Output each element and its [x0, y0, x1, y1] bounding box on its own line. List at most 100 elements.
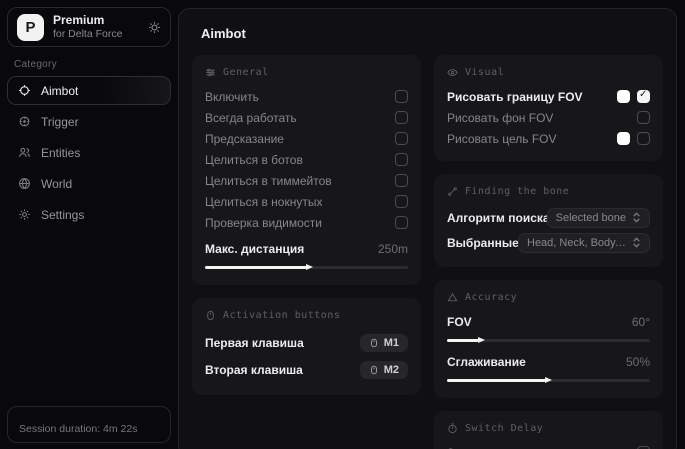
slider-value: 60°	[632, 315, 650, 329]
app-subtitle: for Delta Force	[53, 28, 139, 41]
color-swatch-fov-border[interactable]	[617, 90, 630, 103]
sidebar-item-label: Settings	[41, 208, 84, 222]
panel-title: Finding the bone	[465, 186, 569, 197]
app-logo: P	[17, 14, 44, 41]
panel-switch-delay-header: Switch Delay	[447, 423, 650, 434]
visual-label: Рисовать границу FOV	[447, 90, 583, 104]
sliders-icon	[205, 67, 216, 78]
checkbox-fov-background[interactable]	[637, 111, 650, 124]
toggle-row-enable: Включить	[205, 86, 408, 107]
toggle-label: Всегда работать	[205, 111, 297, 125]
toggle-row-always-work: Всегда работать	[205, 107, 408, 128]
fov-slider[interactable]	[447, 339, 650, 342]
selected-bones-select[interactable]: Head, Neck, Body, Pe...	[518, 233, 650, 253]
visual-row-fov-target: Рисовать цель FOV	[447, 128, 650, 149]
toggle-label: Предсказание	[205, 132, 284, 146]
toggle-label: Задержка переключения	[447, 446, 585, 449]
panel-finding-bone: Finding the bone Алгоритм поиска кости S…	[434, 174, 663, 267]
slider-label: FOV	[447, 315, 472, 329]
slider-row-fov: FOV 60°	[447, 311, 650, 332]
sidebar-item-aimbot[interactable]: Aimbot	[7, 76, 171, 105]
sidebar-nav: Aimbot Trigger Entities	[0, 76, 178, 229]
sidebar-item-trigger[interactable]: Trigger	[7, 107, 171, 136]
sidebar-item-label: Entities	[41, 146, 80, 160]
sidebar-item-label: World	[41, 177, 72, 191]
panel-title: Activation buttons	[223, 310, 340, 321]
session-duration: Session duration: 4m 22s	[7, 406, 171, 443]
bone-icon	[447, 186, 458, 197]
slider-value: 50%	[626, 355, 650, 369]
color-swatch-fov-target[interactable]	[617, 132, 630, 145]
checkbox-fov-target[interactable]	[637, 132, 650, 145]
keybind-label: Вторая клавиша	[205, 363, 303, 377]
sidebar-item-world[interactable]: World	[7, 169, 171, 198]
slider-label: Сглаживание	[447, 355, 526, 369]
checkbox-prediction[interactable]	[395, 132, 408, 145]
visual-row-fov-background: Рисовать фон FOV	[447, 107, 650, 128]
slider-label: Макс. дистанция	[205, 242, 304, 256]
toggle-row-aim-teammates: Целиться в тиммейтов	[205, 170, 408, 191]
panel-switch-delay: Switch Delay Задержка переключения Задер…	[434, 411, 663, 449]
gear-icon[interactable]	[148, 21, 161, 34]
settings-gear-icon	[18, 208, 31, 221]
category-label: Category	[14, 59, 178, 70]
slider-fill	[205, 266, 307, 269]
panel-visual: Visual Рисовать границу FOV Рисовать фон…	[434, 55, 663, 161]
select-value: Head, Neck, Body, Pe...	[527, 237, 626, 249]
checkbox-fov-border[interactable]	[637, 90, 650, 103]
panel-title: Switch Delay	[465, 423, 543, 434]
checkbox-enable[interactable]	[395, 90, 408, 103]
people-icon	[18, 146, 31, 159]
toggle-row-prediction: Предсказание	[205, 128, 408, 149]
bone-label: Алгоритм поиска кости	[447, 211, 557, 225]
panel-title: Visual	[465, 67, 504, 78]
select-value: Selected bone	[556, 212, 626, 224]
checkbox-aim-knocked[interactable]	[395, 195, 408, 208]
panel-activation-header: Activation buttons	[205, 310, 408, 321]
toggle-row-aim-bots: Целиться в ботов	[205, 149, 408, 170]
max-distance-slider[interactable]	[205, 266, 408, 269]
sidebar-item-settings[interactable]: Settings	[7, 200, 171, 229]
visual-row-fov-border: Рисовать границу FOV	[447, 86, 650, 107]
keybind-button-primary[interactable]: M1	[360, 334, 408, 352]
panel-title: Accuracy	[465, 292, 517, 303]
app-title: Premium	[53, 13, 139, 28]
checkbox-always-work[interactable]	[395, 111, 408, 124]
timer-icon	[447, 423, 458, 434]
sidebar-item-label: Aimbot	[41, 84, 78, 98]
smoothing-slider[interactable]	[447, 379, 650, 382]
toggle-label: Целиться в нокнутых	[205, 195, 322, 209]
panel-bone-header: Finding the bone	[447, 186, 650, 197]
page-title: Aimbot	[201, 26, 664, 41]
checkbox-aim-teammates[interactable]	[395, 174, 408, 187]
session-duration-text: Session duration: 4m 22s	[19, 423, 137, 435]
eye-icon	[447, 67, 458, 78]
slider-row-smoothing: Сглаживание 50%	[447, 351, 650, 372]
sidebar: P Premium for Delta Force Category Aimbo…	[0, 0, 178, 449]
keybind-label: Первая клавиша	[205, 336, 304, 350]
sidebar-item-entities[interactable]: Entities	[7, 138, 171, 167]
keybind-button-secondary[interactable]: M2	[360, 361, 408, 379]
slider-row-max-distance: Макс. дистанция 250m	[205, 238, 408, 259]
checkbox-visibility-check[interactable]	[395, 216, 408, 229]
unfold-icon	[632, 212, 641, 223]
checkbox-aim-bots[interactable]	[395, 153, 408, 166]
trigger-icon	[18, 115, 31, 128]
bone-algorithm-select[interactable]: Selected bone	[547, 208, 650, 228]
toggle-label: Включить	[205, 90, 259, 104]
sidebar-item-label: Trigger	[41, 115, 79, 129]
toggle-row-switch-delay: Задержка переключения	[447, 442, 650, 449]
toggle-label: Целиться в тиммейтов	[205, 174, 332, 188]
mouse-icon	[369, 365, 379, 375]
slider-fill	[447, 339, 479, 342]
keybind-row-secondary: Вторая клавиша M2	[205, 356, 408, 383]
visual-label: Рисовать фон FOV	[447, 111, 553, 125]
main-content: Aimbot General Включить	[178, 8, 677, 449]
triangle-icon	[447, 292, 458, 303]
panel-general: General Включить Всегда работать Предска…	[192, 55, 421, 285]
toggle-label: Целиться в ботов	[205, 153, 303, 167]
bone-row-selected-bones: Выбранные кости Head, Neck, Body, Pe...	[447, 230, 650, 255]
bone-row-algorithm: Алгоритм поиска кости Selected bone	[447, 205, 650, 230]
unfold-icon	[632, 237, 641, 248]
panel-general-header: General	[205, 67, 408, 78]
